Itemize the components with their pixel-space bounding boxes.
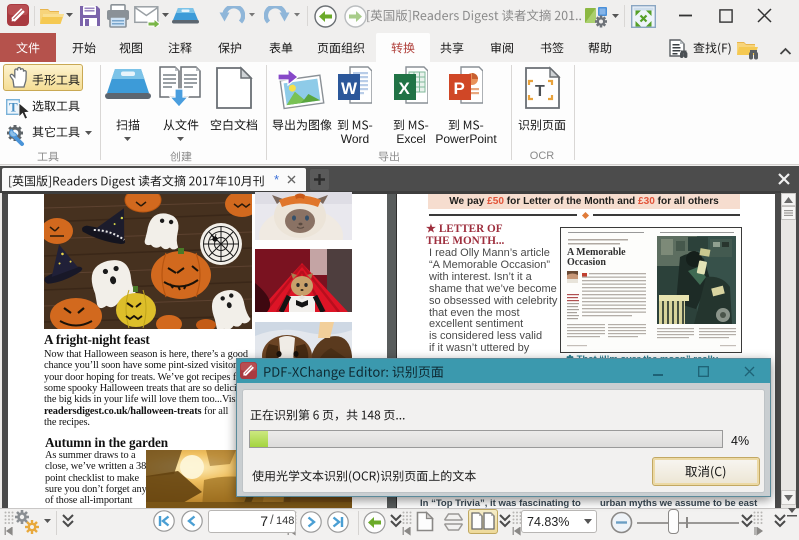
svg-text:P: P xyxy=(454,79,465,98)
svg-text:X: X xyxy=(399,79,411,98)
svg-text:Occasion: Occasion xyxy=(567,257,606,268)
svg-text:T: T xyxy=(9,100,18,115)
svg-text:W: W xyxy=(341,79,358,98)
svg-text:T: T xyxy=(535,83,545,100)
